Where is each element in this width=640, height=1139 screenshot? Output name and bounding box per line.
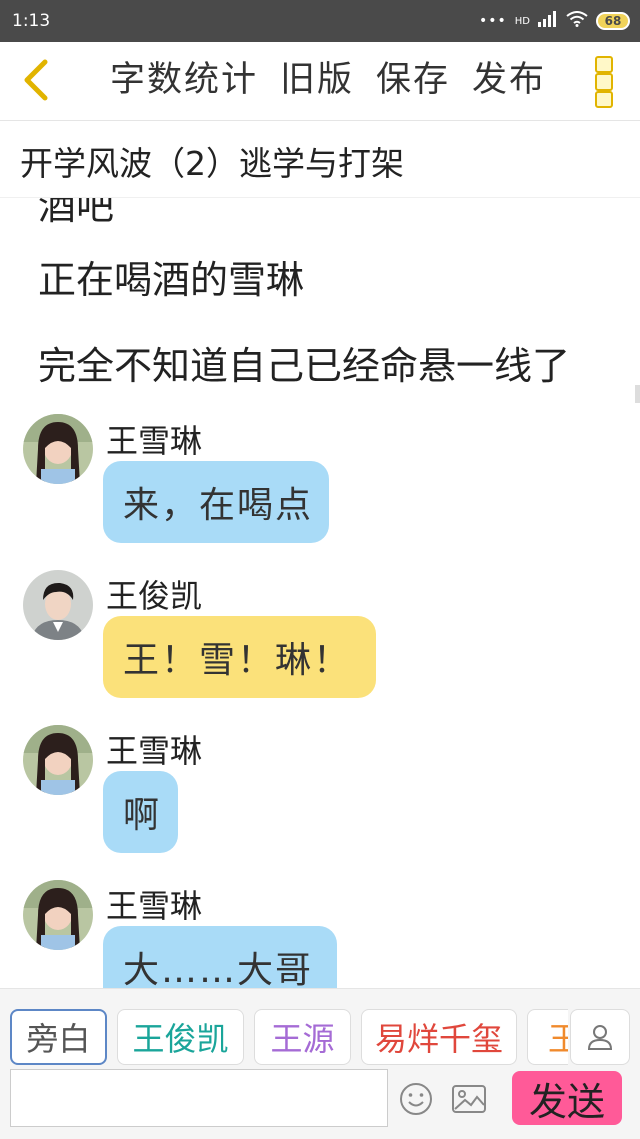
character-chip-wang-yuan[interactable]: 王源 — [254, 1009, 351, 1065]
user-icon — [587, 1025, 613, 1050]
add-character-button[interactable] — [570, 1009, 630, 1065]
avatar-wang-junkai[interactable] — [23, 570, 93, 640]
status-bar: 1:13 ••• HD 68 — [0, 0, 640, 42]
character-selector[interactable]: 旁白 王俊凯 王源 易烊千玺 王 — [10, 1009, 568, 1067]
toolbar-actions: 字数统计 旧版 保存 发布 — [110, 56, 546, 104]
dots-icon: ••• — [478, 13, 507, 29]
avatar-wang-xuelin[interactable] — [23, 414, 93, 484]
battery-indicator: 68 — [596, 12, 630, 30]
composer: 旁白 王俊凯 王源 易烊千玺 王 发送 — [0, 988, 640, 1139]
narration-line[interactable]: 正在喝酒的雪琳 — [38, 249, 304, 304]
message-bubble[interactable]: 来，在喝点 — [103, 461, 329, 543]
more-icon-dot — [595, 73, 613, 91]
message-sender: 王雪琳 — [106, 887, 203, 925]
wifi-icon — [566, 11, 588, 31]
message-sender: 王雪琳 — [106, 732, 203, 770]
scrollbar[interactable] — [635, 385, 640, 403]
more-icon-dot — [595, 90, 613, 108]
emoji-button[interactable] — [398, 1081, 434, 1117]
network-label: HD — [514, 15, 530, 27]
back-arrow-icon — [24, 59, 48, 101]
image-icon — [452, 1085, 486, 1113]
publish-button[interactable]: 发布 — [472, 56, 546, 104]
message-bubble[interactable]: 王！雪！琳！ — [103, 616, 376, 698]
message-sender: 王俊凯 — [106, 577, 203, 615]
avatar-wang-xuelin[interactable] — [23, 725, 93, 795]
story-content[interactable]: 酒吧 正在喝酒的雪琳 完全不知道自己已经命悬一线了 王雪琳 来，在喝点 王俊凯 … — [0, 197, 640, 988]
message-bubble[interactable]: 啊 — [103, 771, 178, 853]
story-title-bar[interactable]: 开学风波（2）逃学与打架 — [0, 121, 640, 198]
story-title: 开学风波（2）逃学与打架 — [20, 144, 404, 183]
character-name: 易烊千玺 — [374, 1020, 503, 1058]
message-input[interactable] — [10, 1069, 388, 1127]
message-bubble[interactable]: 大……大哥 — [103, 926, 337, 988]
more-button[interactable] — [595, 56, 613, 108]
more-icon — [595, 56, 613, 74]
narration-line-partial: 酒吧 — [38, 197, 115, 228]
status-time: 1:13 — [12, 11, 51, 31]
avatar-wang-xuelin[interactable] — [23, 880, 93, 950]
save-button[interactable]: 保存 — [376, 56, 450, 104]
old-version-button[interactable]: 旧版 — [280, 56, 354, 104]
message-sender: 王雪琳 — [106, 422, 203, 460]
editor-toolbar: 字数统计 旧版 保存 发布 — [0, 42, 640, 121]
send-button[interactable]: 发送 — [512, 1071, 622, 1125]
character-name: 王源 — [270, 1020, 335, 1058]
character-chip-narrator[interactable]: 旁白 — [10, 1009, 107, 1065]
signal-icon — [538, 11, 558, 31]
image-button[interactable] — [451, 1083, 487, 1115]
character-name: 王 — [548, 1020, 568, 1058]
character-chip-wang-junkai[interactable]: 王俊凯 — [117, 1009, 244, 1065]
character-name: 旁白 — [26, 1020, 91, 1058]
status-icons: ••• HD 68 — [479, 9, 630, 33]
back-button[interactable] — [14, 56, 62, 104]
character-chip-yi-yangqianxi[interactable]: 易烊千玺 — [361, 1009, 517, 1065]
word-count-button[interactable]: 字数统计 — [110, 56, 258, 104]
character-name: 王俊凯 — [132, 1020, 229, 1058]
character-chip-partial[interactable]: 王 — [527, 1009, 568, 1065]
emoji-icon — [400, 1083, 432, 1115]
narration-line[interactable]: 完全不知道自己已经命悬一线了 — [38, 335, 570, 390]
